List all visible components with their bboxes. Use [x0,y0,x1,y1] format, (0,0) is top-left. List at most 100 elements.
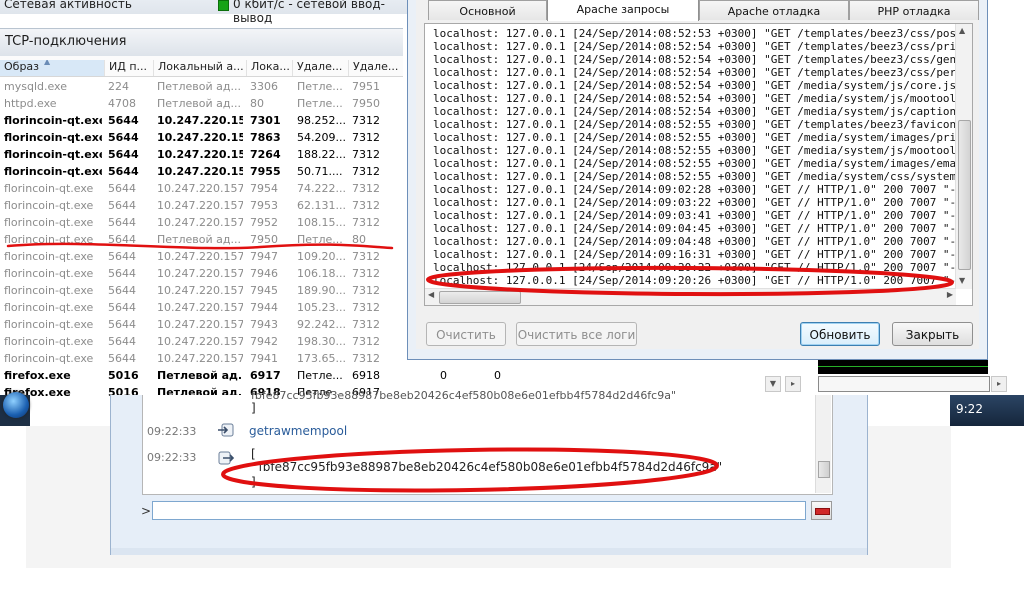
cell-pid: 5644 [108,114,139,127]
clear-console-button[interactable] [811,501,832,520]
tcp-connections-title: TCP-подключения [5,34,127,49]
start-button-icon[interactable] [3,392,29,418]
table-row[interactable]: httpd.exe 4708 Петлевой ад... 80 Петле... 795… [0,95,403,112]
console-bottom-frame [111,548,867,555]
tab-apache-debug[interactable]: Apache отладка [699,0,849,20]
cell-remote-port: 7312 [352,148,380,161]
tab-main[interactable]: Основной [428,0,547,20]
table-row[interactable]: florincoin-qt.exe 5644 10.247.220.157 7945 1… [0,282,403,299]
scroll-left-icon[interactable]: ◀ [428,290,434,299]
table-row[interactable]: florincoin-qt.exe 5644 10.247.220.157 7942 1… [0,333,403,350]
cell-pid: 5644 [108,301,136,314]
log-line: localhost: 127.0.0.1 [24/Sep/2014:09:20:… [433,261,955,274]
cell-pid: 5644 [108,335,136,348]
tcp-connections-table: mysqld.exe 224 Петлевой ад... 3306 Петле... 7… [0,78,403,399]
cell-image: florincoin-qt.exe [4,148,102,161]
scroll-thumb[interactable] [439,291,521,304]
close-button[interactable]: Закрыть [892,322,973,346]
cell-local-addr: 10.247.220.157 [157,199,243,212]
console-output[interactable]: fbfe87cc95fb93e88987be8eb20426c4ef580b08… [142,389,833,495]
taskbar-clock[interactable]: 9:22 [956,402,983,416]
cell-remote-port: 7312 [352,182,380,195]
clear-button[interactable]: Очистить [426,322,506,346]
cell-local-addr: Петлевой ад... [157,97,241,110]
tab-apache-requests[interactable]: Apache запросы [547,0,699,21]
cell-remote-port: 7312 [352,267,380,280]
cell-remote-addr: 106.18... [297,267,346,280]
log-vertical-scrollbar[interactable]: ▲ ▼ [955,24,972,289]
cell-remote-addr: 62.131... [297,199,346,212]
extra-count-1: 0 [440,369,447,382]
cell-local-port: 7943 [250,318,278,331]
table-row[interactable]: florincoin-qt.exe 5644 10.247.220.157 7947 1… [0,248,403,265]
cell-remote-addr: 198.30... [297,335,346,348]
network-activity-bar[interactable]: Сетевая активность 0 кбит/с - сетевой вв… [0,0,410,25]
cell-pid: 5644 [108,318,136,331]
clear-all-logs-button[interactable]: Очистить все логи [516,322,637,346]
cell-local-port: 80 [250,97,264,110]
log-line: localhost: 127.0.0.1 [24/Sep/2014:08:52:… [433,157,955,170]
table-row[interactable]: florincoin-qt.exe 5644 10.247.220.157 7955 5… [0,163,403,180]
table-row[interactable]: florincoin-qt.exe 5644 10.247.220.157 7952 1… [0,214,403,231]
column-local-port[interactable]: Лока... [246,60,292,76]
cell-local-port: 7954 [250,182,278,195]
scroll-thumb[interactable] [958,120,971,270]
column-remote-address[interactable]: Удале... [292,60,347,76]
tcp-connections-header[interactable]: TCP-подключения [0,28,403,57]
table-row[interactable]: florincoin-qt.exe 5644 10.247.220.157 7941 1… [0,350,403,367]
table-row[interactable]: florincoin-qt.exe 5644 10.247.220.157 7944 1… [0,299,403,316]
scroll-right-icon[interactable]: ▸ [785,376,801,392]
log-line: localhost: 127.0.0.1 [24/Sep/2014:08:52:… [433,92,955,105]
entry-time: 09:22:33 [147,425,197,438]
column-pid[interactable]: ИД п... [104,60,154,76]
cell-image: florincoin-qt.exe [4,318,94,331]
cell-pid: 224 [108,80,129,93]
table-row[interactable]: florincoin-qt.exe 5644 10.247.220.157 7301 9… [0,112,403,129]
cell-remote-port: 7312 [352,318,380,331]
table-row[interactable]: florincoin-qt.exe 5644 10.247.220.157 7264 1… [0,146,403,163]
scroll-down-icon[interactable]: ▼ [765,376,781,392]
scroll-down-icon[interactable]: ▼ [959,276,965,285]
result-open-bracket: [ [251,447,256,461]
cell-image: florincoin-qt.exe [4,335,94,348]
apache-request-log[interactable]: localhost: 127.0.0.1 [24/Sep/2014:08:52:… [424,23,973,306]
tab-php-debug[interactable]: PHP отладка [849,0,979,20]
sort-arrow-icon: ▲ [44,60,51,66]
table-row[interactable]: florincoin-qt.exe 5644 Петлевой ад... 7950 П… [0,231,403,248]
table-row[interactable]: florincoin-qt.exe 5644 10.247.220.157 7863 5… [0,129,403,146]
table-row[interactable]: florincoin-qt.exe 5644 10.247.220.157 7953 6… [0,197,403,214]
scroll-right-icon[interactable]: ▸ [991,376,1007,392]
log-horizontal-scrollbar[interactable]: ◀ ▶ [425,288,956,305]
console-input[interactable] [152,501,806,520]
scroll-thumb[interactable] [818,461,830,478]
cell-remote-port: 7312 [352,114,380,127]
cell-local-addr: 10.247.220.157 [157,216,243,229]
log-line: localhost: 127.0.0.1 [24/Sep/2014:08:52:… [433,105,955,118]
column-remote-port[interactable]: Удале... [348,60,403,76]
cell-local-port: 6917 [250,369,281,382]
log-line: localhost: 127.0.0.1 [24/Sep/2014:08:52:… [433,53,955,66]
graph-scrollbar[interactable] [818,376,990,392]
console-scrollbar[interactable] [815,395,831,493]
log-line: localhost: 127.0.0.1 [24/Sep/2014:08:52:… [433,79,955,92]
cell-remote-addr: 173.65... [297,352,346,365]
column-image[interactable]: Образ ▲ [0,60,104,76]
table-row[interactable]: florincoin-qt.exe 5644 10.247.220.157 7954 7… [0,180,403,197]
cell-local-addr: 10.247.220.157 [157,114,243,127]
cell-image: httpd.exe [4,97,57,110]
scroll-up-icon[interactable]: ▲ [959,26,965,35]
cell-local-addr: 10.247.220.157 [157,148,243,161]
extra-count-2: 0 [494,369,501,382]
table-row[interactable]: firefox.exe 5016 Петлевой ад... 6917 Петле..… [0,367,403,384]
refresh-button[interactable]: Обновить [800,322,880,346]
table-row[interactable]: florincoin-qt.exe 5644 10.247.220.157 7946 1… [0,265,403,282]
column-local-address[interactable]: Локальный а... [153,60,246,76]
cell-local-addr: Петлевой ад... [157,369,243,382]
cell-image: florincoin-qt.exe [4,182,94,195]
cell-local-port: 3306 [250,80,278,93]
network-rate: 0 кбит/с - сетевой ввод-вывод [233,0,385,25]
table-row[interactable]: mysqld.exe 224 Петлевой ад... 3306 Петле... 7… [0,78,403,95]
cell-local-addr: 10.247.220.157 [157,352,243,365]
table-row[interactable]: florincoin-qt.exe 5644 10.247.220.157 7943 9… [0,316,403,333]
scroll-right-icon[interactable]: ▶ [947,290,953,299]
